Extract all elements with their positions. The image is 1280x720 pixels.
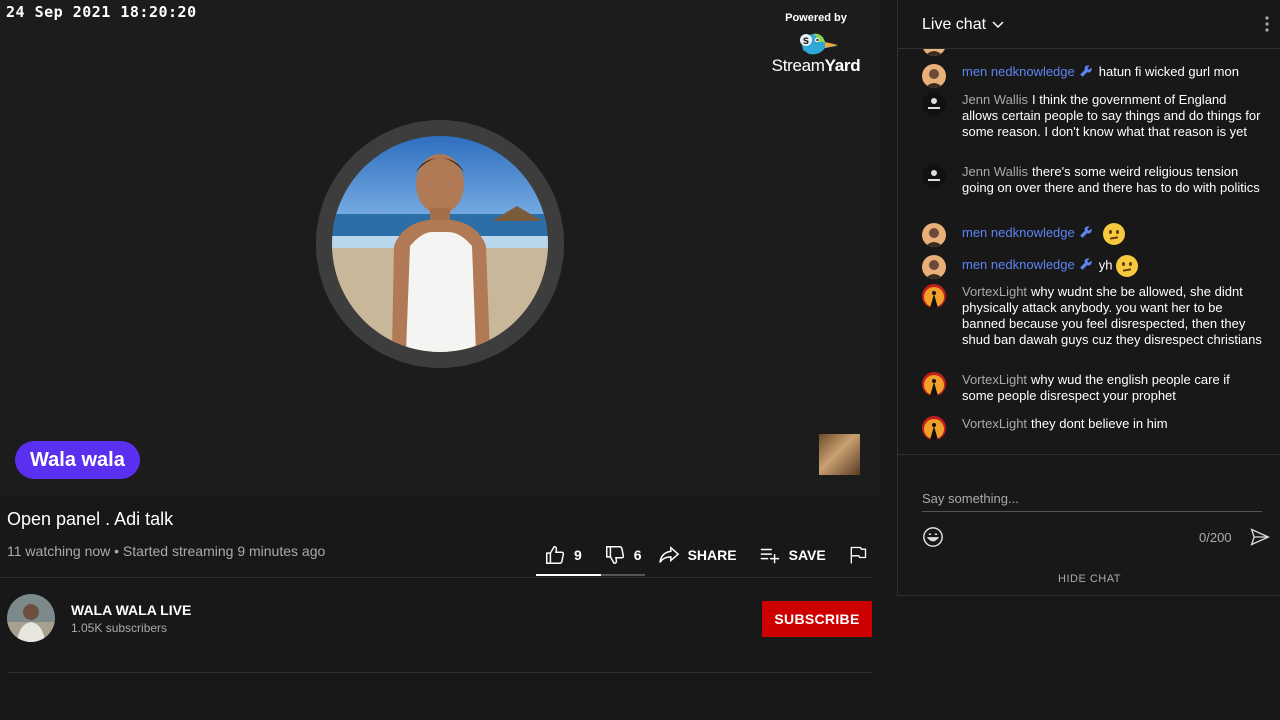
subscribe-button[interactable]: SUBSCRIBE [762, 601, 872, 637]
thumbs-down-icon [605, 546, 624, 564]
chat-text: hatun fi wicked gurl mon [1098, 64, 1239, 79]
chat-header: Live chat [898, 0, 1280, 49]
chat-author[interactable]: men nedknowledge [962, 64, 1075, 79]
like-dislike-ratio-bar [536, 574, 645, 576]
chat-author[interactable]: Jenn Wallis [962, 92, 1028, 107]
flag-icon [850, 546, 866, 564]
live-chat-panel: men nedknowledgehatun has crazy idologym… [897, 0, 1280, 596]
share-label: SHARE [687, 547, 737, 563]
wrench-icon [1079, 65, 1092, 77]
chat-avatar[interactable] [922, 92, 946, 116]
send-icon[interactable] [1250, 527, 1270, 547]
chat-text: yh [1098, 257, 1113, 273]
chat-message-body: VortexLight why wud the english people ca… [962, 372, 1262, 404]
playlist-add-icon [760, 548, 779, 564]
character-count: 0/200 [1199, 530, 1232, 545]
chat-avatar[interactable] [922, 284, 946, 308]
chat-message: Jenn Wallis there's some weird religious … [922, 164, 1262, 196]
streamyard-watermark: Powered by S StreamYard [768, 12, 864, 76]
chat-avatar[interactable] [922, 416, 946, 440]
svg-text:S: S [803, 37, 809, 47]
chat-message-body: VortexLight they dont believe in him [962, 416, 1262, 432]
chat-text: they dont believe in him [1031, 416, 1168, 431]
thinking-face-icon [1102, 223, 1125, 245]
chat-author[interactable]: Jenn Wallis [962, 164, 1028, 179]
chat-message: men nedknowledge yh [922, 255, 1262, 279]
video-player[interactable]: 24 Sep 2021 18:20:20 Powered by S Stream… [0, 0, 880, 495]
chat-message: men nedknowledge hatun fi wicked gurl mon [922, 64, 1262, 88]
wrench-icon [1079, 258, 1092, 271]
video-meta: 11 watching now • Started streaming 9 mi… [7, 543, 326, 559]
channel-name[interactable]: WALA WALA LIVE [71, 602, 191, 618]
divider [0, 577, 872, 578]
streamyard-wordmark: StreamYard [771, 56, 861, 75]
participant-name-tag: Wala wala [15, 441, 140, 479]
chat-avatar[interactable] [922, 164, 946, 188]
chat-title[interactable]: Live chat [922, 16, 986, 34]
save-button[interactable]: SAVE [759, 544, 826, 566]
chat-message-body: Jenn Wallis I think the government of Eng… [962, 92, 1262, 140]
chat-author[interactable]: men nedknowledge [962, 225, 1075, 240]
emoji-picker-icon[interactable] [922, 526, 944, 548]
chat-message-body: VortexLight why wudnt she be allowed, she… [962, 284, 1262, 348]
timestamp-overlay: 24 Sep 2021 18:20:20 [6, 3, 197, 21]
subscriber-count: 1.05K subscribers [71, 621, 168, 635]
thumbs-up-icon [546, 546, 565, 564]
guest-photo [332, 136, 548, 352]
chat-input[interactable]: Say something... [922, 491, 1019, 506]
chat-input-underline [922, 511, 1262, 512]
chat-author[interactable]: men nedknowledge [962, 257, 1075, 272]
participant-thumbnail [819, 434, 860, 475]
dislike-count: 6 [633, 547, 642, 563]
share-button[interactable]: SHARE [658, 544, 737, 566]
powered-by-text: Powered by [785, 12, 847, 24]
chat-message-body: men nedknowledge yh [962, 255, 1262, 277]
like-count: 9 [574, 547, 582, 563]
divider [7, 672, 873, 673]
chat-message: men nedknowledge [922, 223, 1262, 247]
chat-message: Jenn Wallis I think the government of Eng… [922, 92, 1262, 140]
chat-message: VortexLight why wudnt she be allowed, she… [922, 284, 1262, 348]
chat-avatar[interactable] [922, 64, 946, 88]
chat-message-body: men nedknowledge [962, 223, 1262, 245]
chat-avatar[interactable] [922, 372, 946, 396]
chat-author[interactable]: VortexLight [962, 372, 1027, 387]
like-button[interactable]: 9 [544, 544, 582, 566]
wrench-icon [1079, 226, 1092, 239]
chat-author[interactable]: VortexLight [962, 284, 1027, 299]
report-button[interactable] [848, 545, 876, 565]
like-ratio-fill [536, 574, 602, 576]
more-vertical-icon[interactable] [1264, 15, 1270, 33]
guest-avatar-frame [316, 120, 564, 368]
chat-author[interactable]: VortexLight [962, 416, 1027, 431]
channel-avatar[interactable] [7, 594, 55, 642]
hide-chat-button[interactable]: HIDE CHAT [898, 573, 1280, 585]
chat-message-body: men nedknowledge hatun fi wicked gurl mon [962, 64, 1262, 80]
chevron-down-icon[interactable] [991, 18, 1005, 32]
divider [898, 454, 1280, 455]
chat-message: VortexLight why wud the english people ca… [922, 372, 1262, 404]
save-label: SAVE [788, 547, 826, 563]
chat-avatar[interactable] [922, 255, 946, 279]
video-title: Open panel . Adi talk [7, 509, 174, 529]
share-arrow-icon [658, 546, 679, 563]
streamyard-logo-icon: S [800, 33, 838, 55]
chat-message: VortexLight they dont believe in him [922, 416, 1262, 440]
chat-message-body: Jenn Wallis there's some weird religious … [962, 164, 1262, 196]
chat-avatar[interactable] [922, 223, 946, 247]
dislike-button[interactable]: 6 [604, 544, 642, 566]
chat-message-list[interactable]: men nedknowledgehatun has crazy idologym… [898, 32, 1280, 454]
thinking-face-icon [1116, 255, 1139, 277]
video-actions: 9 6 SHARE SAVE [536, 537, 876, 573]
